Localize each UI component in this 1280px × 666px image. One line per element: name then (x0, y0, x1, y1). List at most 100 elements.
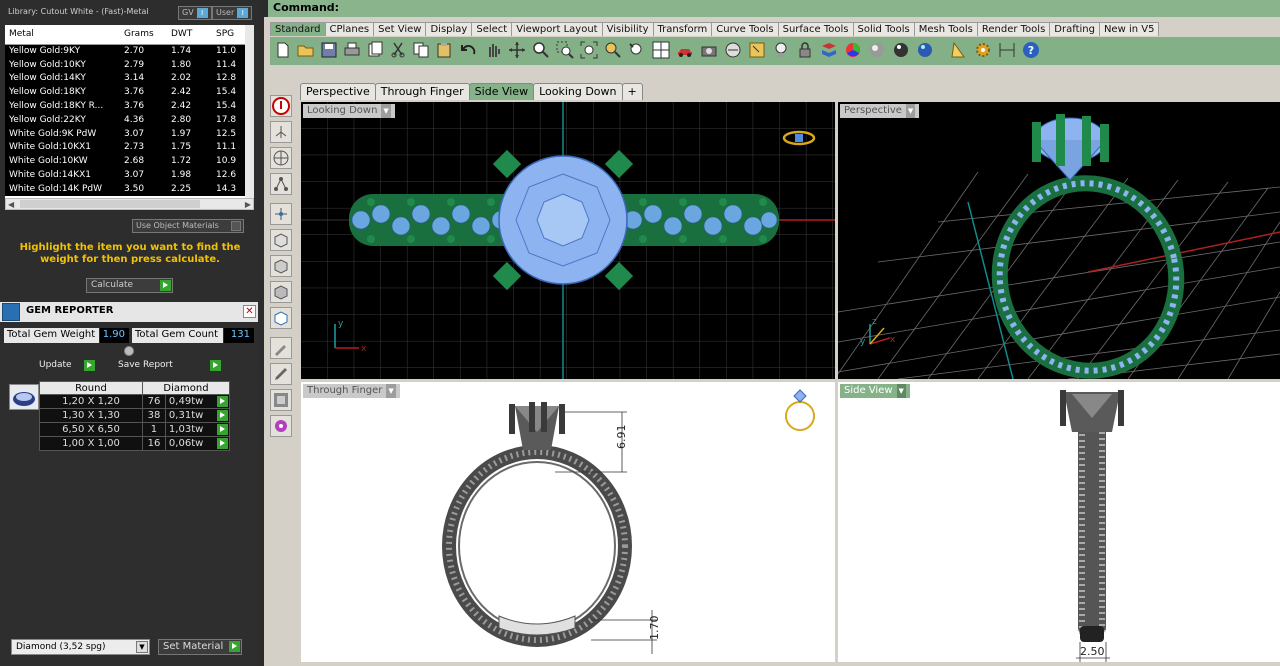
tab-mesh-tools[interactable]: Mesh Tools (913, 22, 978, 36)
play-icon[interactable] (217, 396, 228, 407)
viewport-label[interactable]: Perspective ▼ (840, 104, 920, 118)
scroll-right-icon[interactable]: ▶ (245, 200, 251, 209)
tab-looking-down[interactable]: Looking Down (533, 83, 623, 100)
info-icon[interactable] (270, 95, 292, 117)
table-row[interactable]: White Gold:14KX1 3.07 1.98 12.6 (5, 168, 254, 182)
spotlight-icon[interactable] (950, 41, 968, 59)
cube-outline-icon[interactable] (270, 307, 292, 329)
tab-select[interactable]: Select (471, 22, 513, 36)
calculate-button[interactable]: Calculate (86, 278, 173, 293)
rendered-sphere-icon[interactable] (892, 41, 910, 59)
material-select[interactable]: Diamond (3,52 spg) ▼ (11, 639, 150, 655)
gem-row[interactable]: 1,30 X 1,30 38 0,31tw (39, 408, 231, 423)
layer-color-icon[interactable] (820, 41, 838, 59)
metal-table-vscroll[interactable] (245, 25, 254, 198)
chevron-down-icon[interactable]: ▼ (381, 104, 391, 118)
tab-set-view[interactable]: Set View (373, 22, 427, 36)
flower-icon[interactable] (270, 415, 292, 437)
gumball-icon[interactable] (270, 203, 292, 225)
tab-surface-tools[interactable]: Surface Tools (777, 22, 854, 36)
car-icon[interactable] (676, 41, 694, 59)
table-row[interactable]: Yellow Gold:18KY R... 3.76 2.42 15.4 (5, 99, 254, 113)
play-icon[interactable] (217, 438, 228, 449)
gv-toggle[interactable]: GV I (178, 6, 212, 20)
viewport-looking-down[interactable]: Looking Down ▼ y x (301, 102, 835, 379)
gem-row[interactable]: 6,50 X 6,50 1 1,03tw (39, 422, 231, 437)
network-icon[interactable] (270, 173, 292, 195)
camera-icon[interactable] (700, 41, 718, 59)
table-row[interactable]: White Gold:10KW 2.68 1.72 10.9 (5, 154, 254, 169)
tab-transform[interactable]: Transform (652, 22, 713, 36)
pencil-icon[interactable] (270, 363, 292, 385)
render-sphere-icon[interactable] (916, 41, 934, 59)
add-viewport-icon[interactable]: + (621, 83, 643, 100)
close-icon[interactable]: ✕ (243, 305, 256, 318)
undo-view-icon[interactable] (628, 41, 646, 59)
lock-icon[interactable] (796, 41, 814, 59)
save-icon[interactable] (320, 41, 338, 59)
table-row[interactable]: Yellow Gold:18KY 3.76 2.42 15.4 (5, 85, 254, 100)
new-file-icon[interactable] (274, 41, 292, 59)
gem-row[interactable]: 1,20 X 1,20 76 0,49tw (39, 394, 231, 409)
scroll-thumb[interactable] (20, 200, 200, 208)
save-report-button[interactable]: Save Report (114, 359, 222, 374)
round-stone-icon[interactable] (9, 384, 39, 410)
paste-icon[interactable] (435, 41, 453, 59)
properties-icon[interactable] (366, 41, 384, 59)
metal-table-hscroll[interactable]: ◀ ▶ (5, 198, 254, 210)
print-icon[interactable] (343, 41, 361, 59)
table-row[interactable]: Yellow Gold:22KY 4.36 2.80 17.8 (5, 112, 254, 127)
zoom-extents-icon[interactable] (580, 41, 598, 59)
tab-render-tools[interactable]: Render Tools (976, 22, 1051, 36)
tab-solid-tools[interactable]: Solid Tools (852, 22, 915, 36)
select-objects-icon[interactable] (748, 41, 766, 59)
globe-icon[interactable] (270, 147, 292, 169)
col-grams[interactable]: Grams (120, 25, 167, 45)
viewport-through-finger[interactable]: Through Finger ▼ 6.91 1.70 (301, 382, 835, 662)
tab-new-in-v5[interactable]: New in V5 (1098, 22, 1160, 36)
table-row[interactable]: White Gold:10KX1 2.73 1.75 11.1 (5, 140, 254, 155)
tab-cplanes[interactable]: CPlanes (324, 22, 375, 36)
update-button[interactable]: Update (35, 359, 96, 374)
viewport-label[interactable]: Side View ▼ (840, 384, 910, 398)
cube-icon[interactable] (270, 281, 292, 303)
scroll-left-icon[interactable]: ◀ (8, 200, 14, 209)
construction-plane-icon[interactable] (724, 41, 742, 59)
tab-drafting[interactable]: Drafting (1049, 22, 1100, 36)
four-viewports-icon[interactable] (652, 41, 670, 59)
zoom-icon[interactable] (532, 41, 550, 59)
chevron-down-icon[interactable]: ▼ (386, 384, 396, 398)
tab-visibility[interactable]: Visibility (601, 22, 654, 36)
point-icon[interactable] (270, 121, 292, 143)
col-dwt[interactable]: DWT (167, 25, 212, 45)
viewport-perspective[interactable]: Perspective ▼ z x y (838, 102, 1280, 379)
table-row[interactable]: Yellow Gold:10KY 2.79 1.80 11.4 (5, 57, 254, 72)
tab-viewport-layout[interactable]: Viewport Layout (511, 22, 603, 36)
color-wheel-icon[interactable] (844, 41, 862, 59)
user-toggle[interactable]: User I (212, 6, 253, 20)
table-row[interactable]: Yellow Gold:9KY 2.70 1.74 11.0 (5, 44, 254, 58)
options-gear-icon[interactable] (974, 41, 992, 59)
rotate-view-icon[interactable] (508, 41, 526, 59)
chevron-down-icon[interactable]: ▼ (905, 104, 916, 118)
gem-row[interactable]: 1,00 X 1,00 16 0,06tw (39, 436, 231, 451)
play-icon[interactable] (217, 424, 228, 435)
table-row[interactable]: Yellow Gold:14KY 3.14 2.02 12.8 (5, 71, 254, 86)
chevron-down-icon[interactable]: ▼ (896, 384, 906, 398)
tab-perspective[interactable]: Perspective (300, 83, 376, 100)
viewport-side-view[interactable]: Side View ▼ 2.50 (838, 382, 1280, 662)
frame-icon[interactable] (270, 389, 292, 411)
chevron-down-icon[interactable]: ▼ (136, 641, 148, 653)
brush-icon[interactable] (270, 337, 292, 359)
box-edit-icon[interactable] (270, 255, 292, 277)
zoom-selected-icon[interactable] (604, 41, 622, 59)
table-row[interactable]: White Gold:14K PdW 3.50 2.25 14.3 (5, 181, 254, 196)
col-metal[interactable]: Metal (5, 25, 120, 45)
play-icon[interactable] (217, 410, 228, 421)
help-icon[interactable]: ? (1022, 41, 1040, 59)
tab-standard[interactable]: Standard (270, 22, 326, 36)
shaded-sphere-icon[interactable] (868, 41, 886, 59)
use-object-materials-toggle[interactable]: Use Object Materials (132, 219, 244, 233)
undo-icon[interactable] (460, 41, 478, 59)
set-material-button[interactable]: Set Material (158, 639, 242, 655)
